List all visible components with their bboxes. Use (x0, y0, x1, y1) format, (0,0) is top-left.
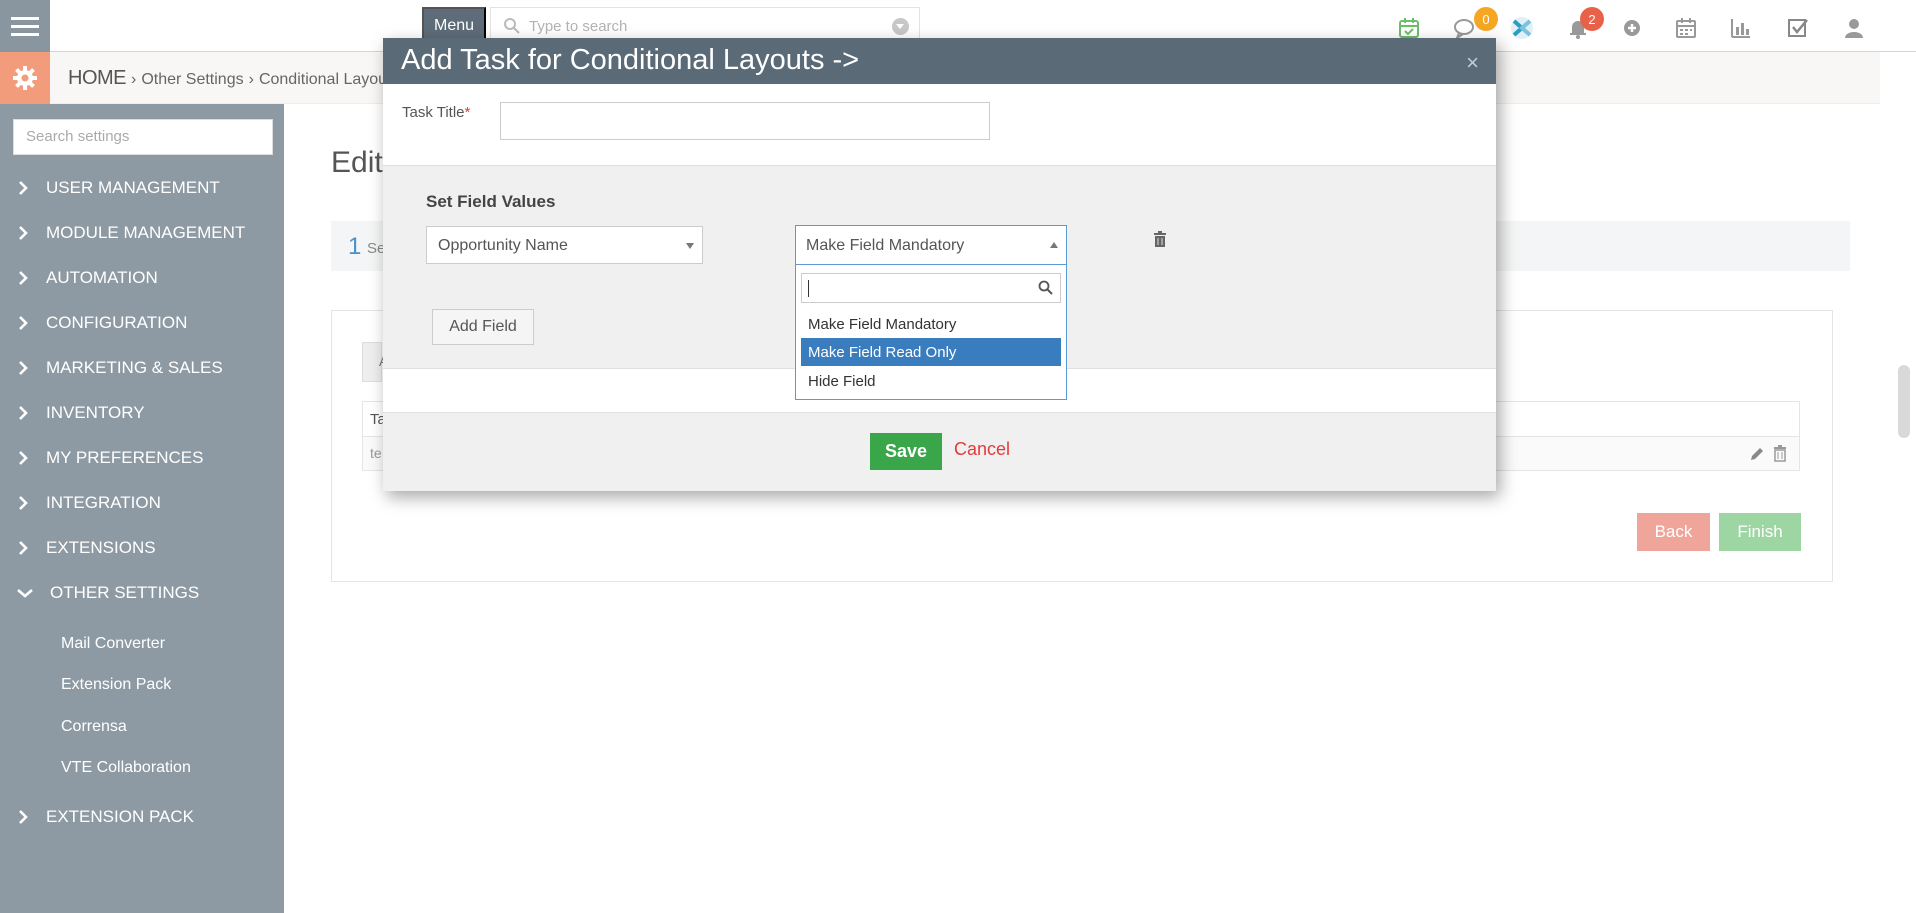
task-title-input[interactable] (500, 102, 990, 140)
chevron-right-icon (0, 541, 46, 555)
sidebar-item-label: INVENTORY (46, 403, 145, 422)
sidebar-item-extensions[interactable]: EXTENSIONS (0, 533, 284, 563)
breadcrumb-separator: › (131, 71, 137, 88)
chevron-down-icon[interactable] (892, 18, 909, 35)
step-number: 1 (348, 233, 362, 260)
sidebar-item-label: EXTENSION PACK (46, 807, 194, 826)
text-cursor (808, 280, 809, 297)
modal-header: Add Task for Conditional Layouts -> × (383, 38, 1496, 84)
chevron-right-icon (0, 810, 46, 824)
dropdown-option-make-field-read-only[interactable]: Make Field Read Only (801, 338, 1061, 366)
sidebar-item-my-preferences[interactable]: MY PREFERENCES (0, 443, 284, 473)
field-select[interactable]: Opportunity Name (426, 226, 703, 264)
sidebar-item-label: MODULE MANAGEMENT (46, 223, 246, 242)
trash-icon[interactable] (1153, 231, 1167, 248)
dropdown-search-input[interactable] (801, 273, 1061, 303)
caret-down-icon (686, 243, 694, 249)
action-dropdown: Make Field Mandatory Make Field Read Onl… (795, 265, 1067, 400)
chevron-right-icon (0, 271, 46, 285)
chevron-down-icon (0, 588, 50, 598)
settings-search-input[interactable]: Search settings (13, 119, 273, 155)
sidebar-item-user-management[interactable]: USER MANAGEMENT (0, 173, 284, 203)
finish-button[interactable]: Finish (1719, 513, 1801, 551)
sidebar-subitem-vte-collaboration[interactable]: VTE Collaboration (61, 759, 191, 777)
calendar-check-icon[interactable] (1397, 16, 1421, 40)
sidebar-item-inventory[interactable]: INVENTORY (0, 398, 284, 428)
plus-circle-icon[interactable] (1620, 16, 1644, 40)
close-icon[interactable]: × (1466, 52, 1479, 74)
sidebar-item-label: OTHER SETTINGS (50, 583, 200, 602)
chevron-right-icon (0, 361, 46, 375)
chevron-right-icon (0, 226, 46, 240)
chat-icon[interactable] (1452, 16, 1476, 40)
page-scrollbar[interactable] (1898, 365, 1910, 438)
field-select-value: Opportunity Name (438, 237, 568, 254)
breadcrumb-item-other-settings[interactable]: Other Settings (141, 71, 243, 89)
sidebar-item-label: MY PREFERENCES (46, 448, 204, 467)
back-button[interactable]: Back (1637, 513, 1710, 551)
modal-title: Add Task for Conditional Layouts -> (401, 44, 860, 76)
sidebar-item-integration[interactable]: INTEGRATION (0, 488, 284, 518)
search-placeholder: Type to search (529, 18, 628, 35)
search-icon (504, 18, 520, 34)
add-task-modal: Add Task for Conditional Layouts -> × Ta… (383, 38, 1496, 491)
sidebar-item-label: AUTOMATION (46, 268, 158, 287)
sidebar-subitem-corrensa[interactable]: Corrensa (61, 718, 127, 736)
calendar-icon[interactable] (1674, 16, 1698, 40)
sidebar-item-marketing-sales[interactable]: MARKETING & SALES (0, 353, 284, 383)
sidebar-item-other-settings[interactable]: OTHER SETTINGS (0, 578, 284, 608)
sidebar-item-extension-pack[interactable]: EXTENSION PACK (0, 802, 284, 832)
save-button[interactable]: Save (870, 433, 942, 470)
breadcrumb-separator: › (248, 71, 254, 88)
dropdown-option-make-field-mandatory[interactable]: Make Field Mandatory (801, 310, 1061, 338)
sidebar-item-label: INTEGRATION (46, 493, 161, 512)
action-select-value: Make Field Mandatory (806, 237, 965, 254)
sidebar-subitem-mail-converter[interactable]: Mail Converter (61, 635, 165, 653)
breadcrumb-home[interactable]: HOME (68, 67, 127, 90)
table-cell: te (370, 445, 382, 461)
task-title-label: Task Title* (402, 104, 470, 121)
search-icon (1038, 280, 1053, 295)
add-field-button[interactable]: Add Field (432, 309, 534, 345)
user-icon[interactable] (1842, 16, 1866, 40)
chevron-right-icon (0, 451, 46, 465)
breadcrumb: HOME › Other Settings › Conditional Layo… (68, 67, 399, 90)
sidebar-item-module-management[interactable]: MODULE MANAGEMENT (0, 218, 284, 248)
action-select[interactable]: Make Field Mandatory (795, 225, 1067, 265)
chevron-right-icon (0, 406, 46, 420)
settings-gear-icon[interactable] (0, 52, 50, 104)
caret-up-icon (1050, 242, 1058, 248)
trash-icon[interactable] (1773, 445, 1787, 462)
chevron-right-icon (0, 496, 46, 510)
page-title: Edit (331, 146, 383, 179)
sidebar-subitem-extension-pack[interactable]: Extension Pack (61, 676, 171, 694)
sidebar-item-label: CONFIGURATION (46, 313, 188, 332)
required-mark: * (464, 104, 471, 121)
task-title-label-text: Task Title (402, 104, 465, 121)
cancel-link[interactable]: Cancel (954, 439, 1010, 460)
set-field-values-heading: Set Field Values (426, 192, 556, 211)
sidebar-item-label: EXTENSIONS (46, 538, 156, 557)
dropdown-option-hide-field[interactable]: Hide Field (801, 367, 1061, 395)
hamburger-menu-icon[interactable] (0, 0, 50, 52)
add-task-tab[interactable]: A (362, 342, 388, 382)
checkbox-icon[interactable] (1786, 16, 1810, 40)
settings-sidebar: Search settings USER MANAGEMENT MODULE M… (0, 104, 284, 913)
sidebar-item-label: USER MANAGEMENT (46, 178, 220, 197)
pencil-icon[interactable] (1749, 446, 1765, 462)
notification-badge: 2 (1580, 7, 1604, 31)
sidebar-item-automation[interactable]: AUTOMATION (0, 263, 284, 293)
bar-chart-icon[interactable] (1729, 16, 1753, 40)
chat-badge: 0 (1474, 7, 1498, 31)
chevron-right-icon (0, 181, 46, 195)
sidebar-item-configuration[interactable]: CONFIGURATION (0, 308, 284, 338)
chevron-right-icon (0, 316, 46, 330)
breadcrumb-item-conditional-layouts[interactable]: Conditional Layouts (259, 71, 400, 89)
sidebar-item-label: MARKETING & SALES (46, 358, 223, 377)
app-logo-icon[interactable] (1508, 16, 1536, 40)
